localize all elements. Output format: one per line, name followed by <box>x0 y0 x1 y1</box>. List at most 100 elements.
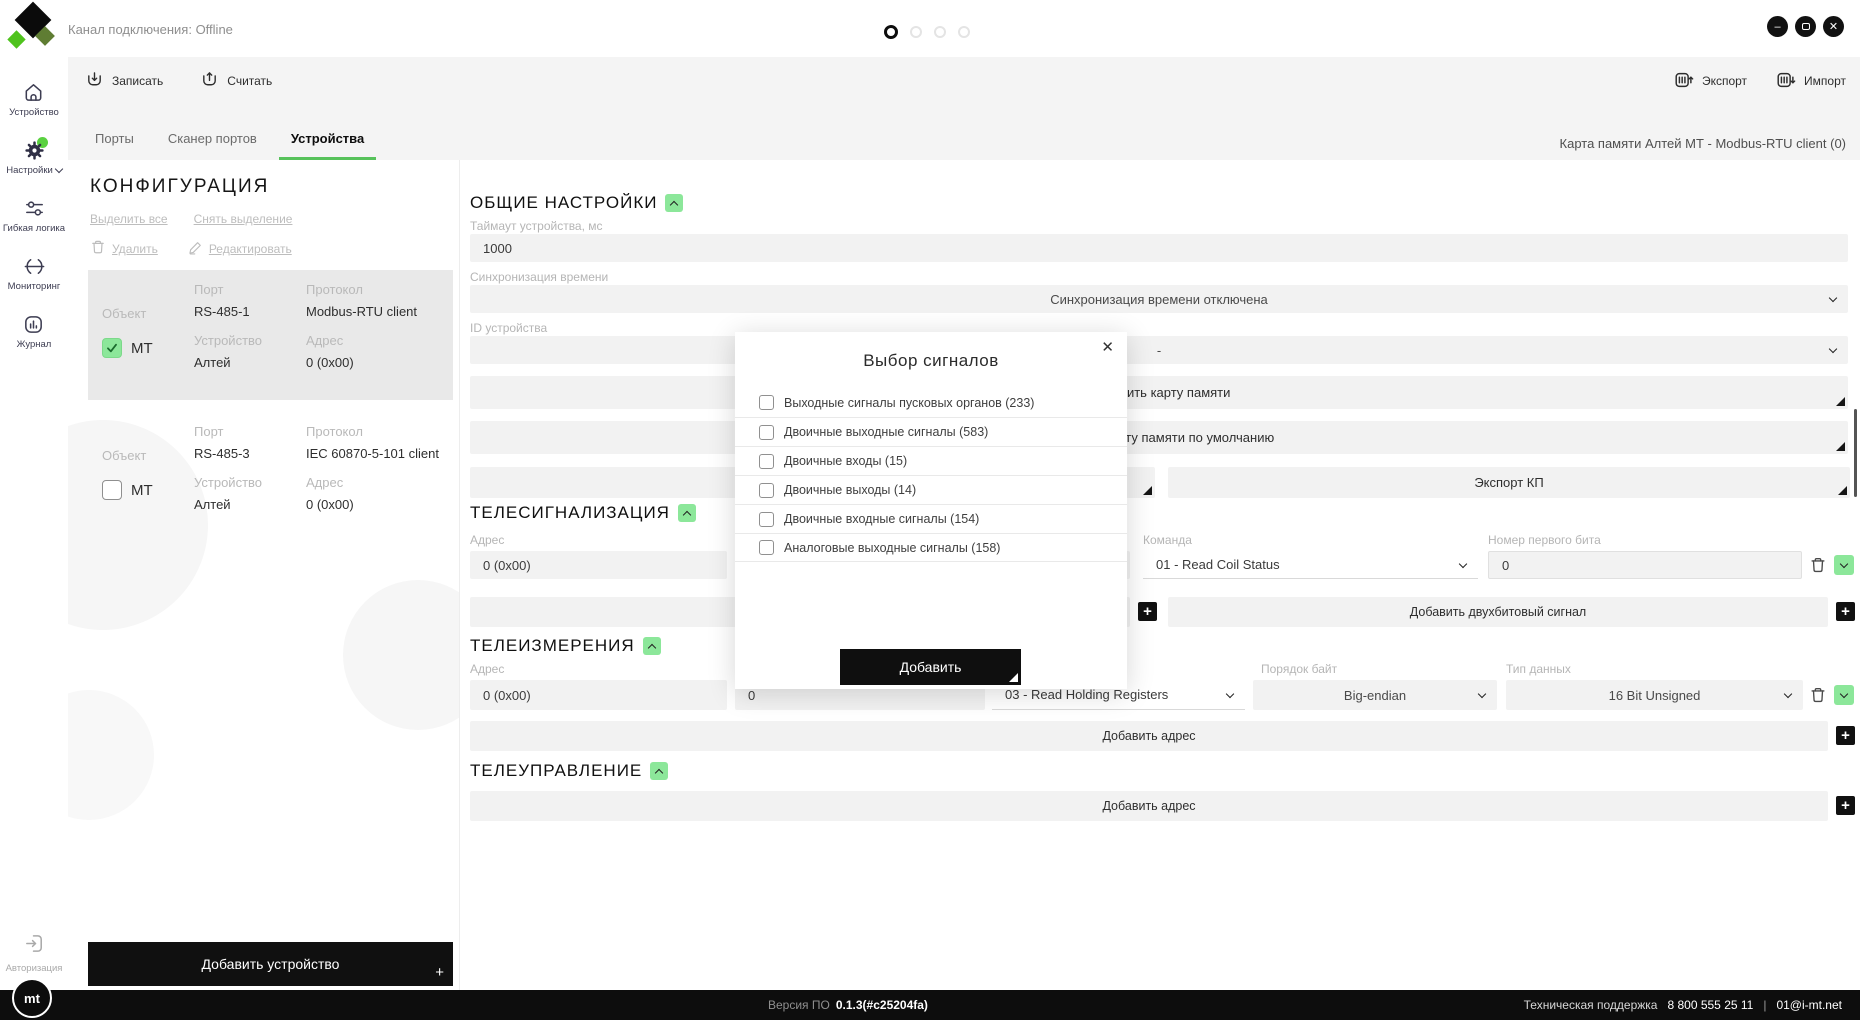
telesignaling-heading: ТЕЛЕСИГНАЛИЗАЦИЯ <box>470 503 696 523</box>
signal-checkbox[interactable] <box>759 483 774 498</box>
signal-checkbox[interactable] <box>759 512 774 527</box>
ts-address-input[interactable]: 0 (0x00) <box>470 551 727 579</box>
write-button[interactable]: Записать <box>84 69 163 93</box>
list-item[interactable]: Двоичные выходные сигналы (583) <box>735 417 1127 446</box>
ts-add-twobit-button[interactable]: Добавить двухбитовый сигнал <box>1168 597 1828 627</box>
monitor-frame-icon <box>23 255 46 278</box>
tm-add-address-button[interactable]: Добавить адрес <box>470 721 1828 751</box>
export-button[interactable]: Экспорт <box>1673 69 1747 94</box>
plus-button[interactable]: + <box>1138 602 1157 621</box>
edit-button[interactable]: Редактировать <box>188 240 292 258</box>
sidebar-item-monitoring[interactable]: Мониторинг <box>8 255 61 292</box>
maximize-icon <box>1802 23 1810 30</box>
plus-icon: + <box>435 964 444 981</box>
minimize-button[interactable]: – <box>1767 16 1788 37</box>
tm-data-type-label: Тип данных <box>1506 662 1571 676</box>
page-dot-2[interactable] <box>910 26 922 38</box>
signal-checkbox[interactable] <box>759 454 774 469</box>
scrollbar-thumb[interactable] <box>1854 409 1857 497</box>
tm-data-type-select[interactable]: 16 Bit Unsigned <box>1506 680 1803 710</box>
page-dot-1[interactable] <box>884 25 898 39</box>
decor-circle <box>68 690 154 820</box>
collapse-telemetry-button[interactable] <box>643 637 661 655</box>
page-dot-3[interactable] <box>934 26 946 38</box>
signal-label: Аналоговые выходные сигналы (158) <box>784 541 1000 555</box>
time-sync-select[interactable]: Синхронизация времени отключена <box>470 285 1848 313</box>
export-kp-button[interactable]: Экспорт КП <box>1168 467 1850 498</box>
collapse-general-button[interactable] <box>665 194 683 212</box>
sidebar-item-authorization[interactable]: Авторизация <box>0 932 68 974</box>
sliders-icon <box>23 197 46 220</box>
tm-expand-row-button[interactable] <box>1834 685 1854 705</box>
maximize-button[interactable] <box>1795 16 1816 37</box>
signal-checkbox[interactable] <box>759 395 774 410</box>
status-bar: Версия ПО0.1.3(#c25204fa) Техническая по… <box>0 990 1860 1020</box>
ts-first-bit-input[interactable]: 0 <box>1488 551 1802 579</box>
device-id-select[interactable]: - <box>470 336 1848 364</box>
signal-checkbox[interactable] <box>759 425 774 440</box>
export-label: Экспорт <box>1702 74 1747 88</box>
protocol-value: Modbus-RTU client <box>306 304 445 319</box>
plus-button[interactable]: + <box>1836 602 1855 621</box>
import-button[interactable]: Импорт <box>1775 69 1846 94</box>
tab-port-scanner[interactable]: Сканер портов <box>156 131 269 160</box>
tab-ports[interactable]: Порты <box>83 131 146 160</box>
device-checkbox[interactable] <box>102 338 122 358</box>
import-icon <box>1775 69 1797 94</box>
list-item[interactable]: Двоичные входные сигналы (154) <box>735 504 1127 533</box>
sidebar-item-device[interactable]: Устройство <box>9 81 59 118</box>
plus-button[interactable]: + <box>1836 796 1855 815</box>
ts-delete-row-button[interactable] <box>1808 555 1828 575</box>
import-label: Импорт <box>1804 74 1846 88</box>
signal-checkbox[interactable] <box>759 540 774 555</box>
close-button[interactable]: ✕ <box>1823 16 1844 37</box>
reset-memory-map-button[interactable]: Сбросить карту памяти по умолчанию <box>470 421 1848 454</box>
bar-chart-icon <box>22 313 45 336</box>
object-label: Объект <box>102 306 194 321</box>
sidebar-item-journal[interactable]: Журнал <box>17 313 52 350</box>
tm-address-input[interactable]: 0 (0x00) <box>470 680 727 710</box>
gear-icon <box>23 139 46 162</box>
tm-delete-row-button[interactable] <box>1808 685 1828 705</box>
tab-devices[interactable]: Устройства <box>279 131 376 160</box>
list-item[interactable]: Двоичные выходы (14) <box>735 475 1127 504</box>
add-device-button[interactable]: Добавить устройство + <box>88 942 453 986</box>
protocol-value: IEC 60870-5-101 client <box>306 446 445 461</box>
sidebar-item-flex-logic[interactable]: Гибкая логика <box>3 197 65 234</box>
device-card[interactable]: Объект МТ Порт RS-485-3 Устройство Алтей… <box>88 412 453 542</box>
plus-button[interactable]: + <box>1836 726 1855 745</box>
chevron-down-icon <box>1784 690 1792 698</box>
ts-command-select[interactable]: 01 - Read Coil Status <box>1143 551 1478 579</box>
version-info: Версия ПО0.1.3(#c25204fa) <box>768 998 928 1012</box>
close-icon[interactable]: ✕ <box>1101 338 1114 356</box>
device-card[interactable]: Объект МТ Порт RS-485-1 Устройство Алтей <box>88 270 453 400</box>
collapse-telesignaling-button[interactable] <box>678 504 696 522</box>
delete-button[interactable]: Удалить <box>90 239 158 258</box>
page-dot-4[interactable] <box>958 26 970 38</box>
list-item[interactable]: Выходные сигналы пусковых органов (233) <box>735 388 1127 417</box>
support-email: 01@i-mt.net <box>1776 998 1842 1012</box>
brand-logo <box>0 0 62 57</box>
collapse-telecontrol-button[interactable] <box>650 762 668 780</box>
object-value: МТ <box>131 340 153 357</box>
trash-icon <box>1809 556 1827 574</box>
deselect-all-link[interactable]: Снять выделение <box>194 212 293 226</box>
tm-byte-order-select[interactable]: Big-endian <box>1253 680 1497 710</box>
select-all-link[interactable]: Выделить все <box>90 212 168 226</box>
read-button[interactable]: Считать <box>199 69 272 93</box>
ts-expand-row-button[interactable] <box>1834 555 1854 575</box>
upload-icon <box>199 69 220 93</box>
tc-add-address-button[interactable]: Добавить адрес <box>470 791 1828 821</box>
list-item[interactable]: Аналоговые выходные сигналы (158) <box>735 533 1127 562</box>
device-checkbox[interactable] <box>102 480 122 500</box>
window-controls: – ✕ <box>1767 16 1844 37</box>
sidebar-item-settings[interactable]: Настройки <box>6 139 62 176</box>
support-phone: 8 800 555 25 11 <box>1667 998 1753 1012</box>
list-item[interactable]: Двоичные входы (15) <box>735 446 1127 475</box>
timeout-input[interactable]: 1000 <box>470 234 1848 262</box>
add-signals-button[interactable]: Добавить <box>840 649 1021 685</box>
port-label: Порт <box>194 424 306 439</box>
version-value: 0.1.3(#c25204fa) <box>836 998 928 1012</box>
time-sync-label: Синхронизация времени <box>470 270 608 284</box>
load-memory-map-button[interactable]: Загрузить карту памяти <box>470 376 1848 409</box>
